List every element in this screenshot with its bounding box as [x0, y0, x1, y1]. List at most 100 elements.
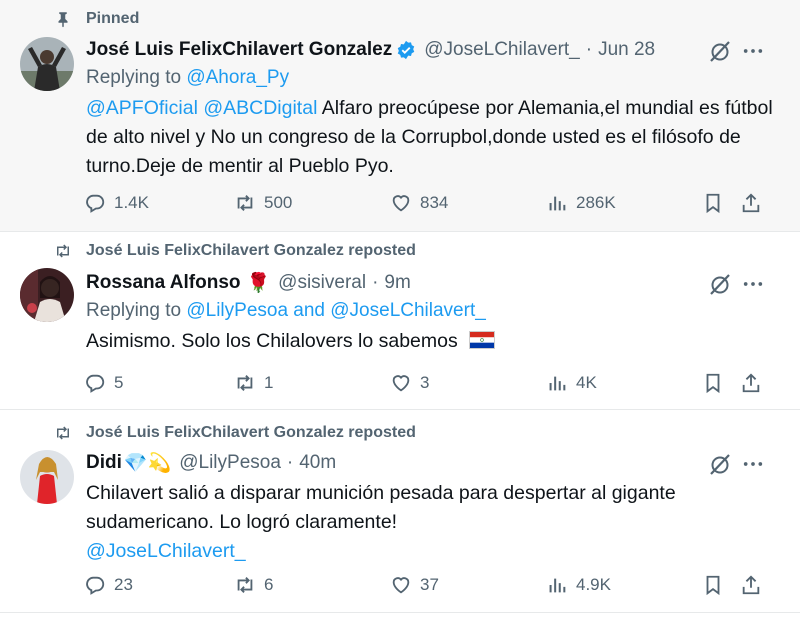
- mention-link[interactable]: @APFOficial: [86, 97, 198, 119]
- reply-button[interactable]: 23: [84, 570, 133, 600]
- tweet-header: Rossana Alfonso 🌹 @sisiveral · 9m: [86, 270, 411, 296]
- share-icon[interactable]: [740, 574, 762, 596]
- separator-dot: ·: [585, 39, 593, 60]
- tweet-body: Asimismo. Solo los Chilalovers lo sabemo…: [86, 330, 458, 352]
- like-count: 37: [420, 575, 439, 594]
- author-name[interactable]: Didi: [86, 452, 122, 474]
- verified-badge-icon: [397, 40, 415, 60]
- grok-icon[interactable]: [708, 39, 732, 63]
- share-icon[interactable]: [740, 192, 762, 214]
- reply-button[interactable]: 5: [84, 368, 123, 398]
- replying-to-link[interactable]: @LilyPesoa and @JoseLChilavert_: [186, 300, 485, 321]
- views-icon: [549, 376, 566, 391]
- share-icon[interactable]: [740, 372, 762, 394]
- tweet-text: Asimismo. Solo los Chilalovers lo sabemo…: [86, 327, 776, 356]
- more-options-icon[interactable]: [742, 273, 764, 295]
- timestamp[interactable]: 40m: [299, 452, 336, 474]
- reply-count: 1.4K: [114, 193, 149, 212]
- reply-button[interactable]: 1.4K: [84, 188, 149, 218]
- separator-dot: ·: [286, 452, 294, 473]
- replying-to: Replying to @Ahora_Py: [86, 67, 289, 89]
- avatar[interactable]: [20, 37, 74, 91]
- avatar[interactable]: [20, 268, 74, 322]
- action-bar: 1.4K 500 834 286K: [84, 188, 770, 218]
- repost-button[interactable]: 1: [234, 368, 273, 398]
- like-count: 834: [420, 193, 449, 212]
- heart-icon: [392, 577, 410, 594]
- paraguay-flag-icon: [469, 331, 496, 349]
- tweet-repost[interactable]: José Luis FelixChilavert Gonzalez repost…: [0, 410, 800, 621]
- more-options-icon[interactable]: [742, 40, 764, 62]
- author-name[interactable]: Rossana Alfonso: [86, 272, 241, 294]
- views-icon: [549, 196, 566, 211]
- replying-to: Replying to @LilyPesoa and @JoseLChilave…: [86, 300, 486, 322]
- like-button[interactable]: 3: [390, 368, 429, 398]
- repost-count: 1: [264, 373, 274, 392]
- like-button[interactable]: 834: [390, 188, 448, 218]
- social-context: José Luis FelixChilavert Gonzalez repost…: [54, 422, 416, 444]
- action-bar: 23 6 37 4.9K: [84, 570, 770, 600]
- like-count: 3: [420, 373, 430, 392]
- repost-count: 500: [264, 193, 293, 212]
- bookmark-icon[interactable]: [702, 192, 724, 214]
- repost-icon: [237, 195, 253, 211]
- tweet-text: @APFOficial @ABCDigital Alfaro preocúpes…: [86, 94, 776, 181]
- pin-icon: [58, 12, 68, 28]
- tweet-pinned[interactable]: Pinned José Luis FelixChilavert Gonzalez…: [0, 0, 800, 231]
- views-button[interactable]: 286K: [546, 188, 616, 218]
- repost-icon: [57, 426, 69, 440]
- repost-count: 6: [264, 575, 274, 594]
- replying-to-link[interactable]: @Ahora_Py: [186, 67, 289, 88]
- tweet-body: Chilavert salió a disparar munición pesa…: [86, 482, 676, 533]
- views-count: 4.9K: [576, 575, 611, 594]
- name-emoji: 🌹: [246, 273, 271, 294]
- divider: [0, 612, 800, 613]
- separator-dot: ·: [372, 272, 379, 293]
- reply-count: 23: [114, 575, 133, 594]
- repost-button[interactable]: 6: [234, 570, 273, 600]
- like-button[interactable]: 37: [390, 570, 439, 600]
- tweet-header: Didi 💎💫 @LilyPesoa · 40m: [86, 450, 336, 476]
- views-icon: [549, 578, 566, 593]
- heart-icon: [392, 375, 410, 392]
- social-context-text[interactable]: José Luis FelixChilavert Gonzalez repost…: [86, 424, 416, 442]
- grok-icon[interactable]: [708, 272, 732, 296]
- timestamp[interactable]: 9m: [384, 272, 410, 294]
- replying-prefix: Replying to: [86, 300, 187, 321]
- more-options-icon[interactable]: [742, 453, 764, 475]
- bookmark-icon[interactable]: [702, 372, 724, 394]
- reply-icon: [86, 374, 105, 393]
- bookmark-icon[interactable]: [702, 574, 724, 596]
- author-handle[interactable]: @JoseLChilavert_: [424, 39, 580, 61]
- reply-icon: [86, 576, 105, 595]
- mention-link[interactable]: @JoseLChilavert_: [86, 540, 246, 562]
- replying-prefix: Replying to: [86, 67, 187, 88]
- reply-icon: [86, 194, 105, 213]
- repost-icon: [237, 375, 253, 391]
- timeline-feed: Pinned José Luis FelixChilavert Gonzalez…: [0, 0, 800, 621]
- name-emoji: 💎💫: [123, 453, 172, 474]
- pinned-indicator: Pinned: [54, 8, 139, 30]
- tweet-text: Chilavert salió a disparar munición pesa…: [86, 479, 776, 566]
- repost-button[interactable]: 500: [234, 188, 292, 218]
- repost-icon: [237, 577, 253, 593]
- author-handle[interactable]: @sisiveral: [278, 272, 366, 294]
- pinned-label: Pinned: [86, 10, 140, 27]
- social-context-text[interactable]: José Luis FelixChilavert Gonzalez repost…: [86, 242, 416, 260]
- views-count: 286K: [576, 193, 616, 212]
- views-button[interactable]: 4K: [546, 368, 597, 398]
- mention-link[interactable]: @ABCDigital: [203, 97, 317, 119]
- action-bar: 5 1 3 4K: [84, 368, 770, 398]
- timestamp[interactable]: Jun 28: [598, 39, 655, 61]
- grok-icon[interactable]: [708, 452, 732, 476]
- heart-icon: [392, 195, 410, 212]
- views-count: 4K: [576, 373, 597, 392]
- author-handle[interactable]: @LilyPesoa: [179, 452, 281, 474]
- avatar[interactable]: [20, 450, 74, 504]
- tweet-repost[interactable]: José Luis FelixChilavert Gonzalez repost…: [0, 232, 800, 409]
- views-button[interactable]: 4.9K: [546, 570, 611, 600]
- reply-count: 5: [114, 373, 124, 392]
- tweet-header: José Luis FelixChilavert Gonzalez @JoseL…: [86, 37, 655, 63]
- author-name[interactable]: José Luis FelixChilavert Gonzalez: [86, 39, 392, 61]
- repost-icon: [57, 244, 69, 258]
